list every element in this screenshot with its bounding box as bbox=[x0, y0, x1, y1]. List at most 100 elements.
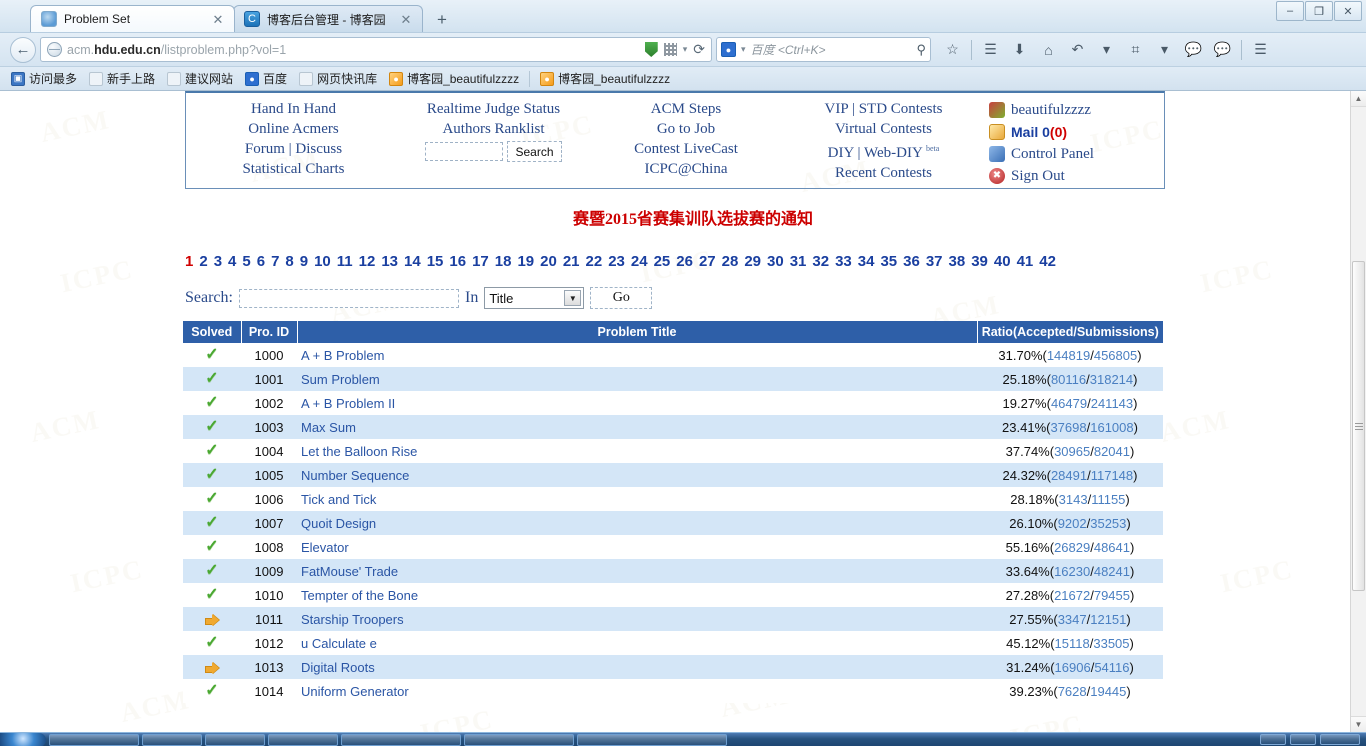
tab-problem-set[interactable]: Problem Set ✕ bbox=[30, 5, 235, 32]
user-sign-out-row[interactable]: ✖ Sign Out bbox=[989, 165, 1065, 187]
page-link-34[interactable]: 34 bbox=[858, 253, 875, 270]
scroll-down-arrow-icon[interactable]: ▼ bbox=[1351, 716, 1366, 732]
page-link-8[interactable]: 8 bbox=[285, 253, 293, 270]
nav-online-acmers[interactable]: Online Acmers bbox=[248, 119, 338, 139]
page-link-29[interactable]: 29 bbox=[744, 253, 761, 270]
page-link-16[interactable]: 16 bbox=[449, 253, 466, 270]
column-header-ratio[interactable]: Ratio(Accepted/Submissions) bbox=[977, 321, 1163, 343]
page-link-1[interactable]: 1 bbox=[185, 253, 193, 270]
bookmark-cnblogs-2[interactable]: ● 博客园_beautifulzzzz bbox=[535, 68, 675, 89]
page-link-31[interactable]: 31 bbox=[790, 253, 807, 270]
page-link-23[interactable]: 23 bbox=[608, 253, 625, 270]
column-header-solved[interactable]: Solved bbox=[183, 321, 242, 343]
home-icon[interactable]: ⌂ bbox=[1035, 37, 1062, 63]
page-link-27[interactable]: 27 bbox=[699, 253, 716, 270]
bookmark-web-slice[interactable]: 网页快讯库 bbox=[294, 68, 382, 89]
page-link-36[interactable]: 36 bbox=[903, 253, 920, 270]
search-input[interactable] bbox=[238, 288, 459, 308]
page-link-13[interactable]: 13 bbox=[381, 253, 398, 270]
scrollbar-thumb[interactable] bbox=[1352, 261, 1365, 591]
user-mail-row[interactable]: Mail 0(0) bbox=[989, 121, 1067, 143]
page-link-9[interactable]: 9 bbox=[300, 253, 308, 270]
reading-list-icon[interactable]: ☰ bbox=[977, 37, 1004, 63]
chevron-down-icon[interactable]: ▾ bbox=[683, 44, 688, 55]
shield-icon[interactable] bbox=[644, 42, 658, 57]
nav-virtual-contests[interactable]: Virtual Contests bbox=[835, 119, 932, 139]
page-link-4[interactable]: 4 bbox=[228, 253, 236, 270]
tab-close-icon[interactable]: ✕ bbox=[398, 11, 414, 27]
problem-title-link[interactable]: A + B Problem II bbox=[301, 396, 395, 411]
tray-icon[interactable] bbox=[1260, 734, 1286, 745]
page-link-39[interactable]: 39 bbox=[971, 253, 988, 270]
search-input[interactable]: 百度 <Ctrl+K> bbox=[751, 41, 912, 58]
problem-title-link[interactable]: Digital Roots bbox=[301, 660, 375, 675]
page-link-22[interactable]: 22 bbox=[586, 253, 603, 270]
page-link-25[interactable]: 25 bbox=[654, 253, 671, 270]
nav-hand-in-hand[interactable]: Hand In Hand bbox=[251, 99, 336, 119]
bookmark-star-icon[interactable]: ☆ bbox=[939, 37, 966, 63]
nav-std-contests[interactable]: STD Contests bbox=[859, 101, 943, 117]
page-link-42[interactable]: 42 bbox=[1039, 253, 1056, 270]
page-link-32[interactable]: 32 bbox=[812, 253, 829, 270]
bookmark-getting-started[interactable]: 新手上路 bbox=[84, 68, 160, 89]
nav-realtime-judge-status[interactable]: Realtime Judge Status bbox=[427, 99, 560, 119]
problem-title-link[interactable]: Tempter of the Bone bbox=[301, 588, 418, 603]
download-icon[interactable]: ⬇ bbox=[1006, 37, 1033, 63]
nav-discuss[interactable]: Discuss bbox=[295, 141, 342, 157]
page-link-7[interactable]: 7 bbox=[271, 253, 279, 270]
problem-title-link[interactable]: Uniform Generator bbox=[301, 684, 409, 699]
page-link-12[interactable]: 12 bbox=[359, 253, 376, 270]
minimize-button[interactable]: – bbox=[1276, 1, 1304, 21]
address-bar[interactable]: acm.hdu.edu.cn/listproblem.php?vol=1 ▾ ⟳ bbox=[40, 37, 712, 62]
back-button[interactable]: ← bbox=[10, 36, 36, 63]
screenshot-dropdown-icon[interactable]: ▾ bbox=[1151, 37, 1178, 63]
page-link-30[interactable]: 30 bbox=[767, 253, 784, 270]
page-link-15[interactable]: 15 bbox=[427, 253, 444, 270]
page-link-18[interactable]: 18 bbox=[495, 253, 512, 270]
page-link-10[interactable]: 10 bbox=[314, 253, 331, 270]
search-go-button[interactable]: Go bbox=[590, 287, 653, 309]
nav-recent-contests[interactable]: Recent Contests bbox=[835, 163, 932, 183]
taskbar-item[interactable] bbox=[142, 733, 202, 746]
tab-close-icon[interactable]: ✕ bbox=[210, 11, 226, 27]
nav-forum[interactable]: Forum bbox=[245, 141, 285, 157]
problem-title-link[interactable]: Starship Troopers bbox=[301, 612, 404, 627]
page-link-5[interactable]: 5 bbox=[242, 253, 250, 270]
new-tab-button[interactable]: + bbox=[429, 8, 455, 32]
nav-search-button[interactable]: Search bbox=[507, 141, 562, 162]
page-link-14[interactable]: 14 bbox=[404, 253, 421, 270]
page-link-2[interactable]: 2 bbox=[199, 253, 207, 270]
undo-dropdown-icon[interactable]: ▾ bbox=[1093, 37, 1120, 63]
nav-web-diy[interactable]: Web-DIY bbox=[864, 145, 922, 161]
taskbar-item[interactable] bbox=[268, 733, 338, 746]
problem-title-link[interactable]: u Calculate e bbox=[301, 636, 377, 651]
page-link-37[interactable]: 37 bbox=[926, 253, 943, 270]
close-button[interactable]: ✕ bbox=[1334, 1, 1362, 21]
bookmark-suggested-sites[interactable]: 建议网站 bbox=[162, 68, 238, 89]
tray-icon[interactable] bbox=[1290, 734, 1316, 745]
problem-title-link[interactable]: Max Sum bbox=[301, 420, 356, 435]
problem-title-link[interactable]: Tick and Tick bbox=[301, 492, 376, 507]
problem-title-link[interactable]: Sum Problem bbox=[301, 372, 380, 387]
tray-clock[interactable] bbox=[1320, 734, 1360, 745]
page-link-35[interactable]: 35 bbox=[880, 253, 897, 270]
restore-button[interactable]: ❐ bbox=[1305, 1, 1333, 21]
bookmark-cnblogs-1[interactable]: ● 博客园_beautifulzzzz bbox=[384, 68, 524, 89]
page-link-17[interactable]: 17 bbox=[472, 253, 489, 270]
vertical-scrollbar[interactable]: ▲ ▼ bbox=[1350, 91, 1366, 732]
nav-diy[interactable]: DIY bbox=[828, 145, 854, 161]
page-link-6[interactable]: 6 bbox=[257, 253, 265, 270]
screenshot-crop-icon[interactable]: ⌗ bbox=[1122, 37, 1149, 63]
page-link-38[interactable]: 38 bbox=[949, 253, 966, 270]
page-link-28[interactable]: 28 bbox=[722, 253, 739, 270]
search-field-select[interactable]: Title ▼ bbox=[484, 287, 585, 309]
problem-title-link[interactable]: Quoit Design bbox=[301, 516, 376, 531]
page-link-40[interactable]: 40 bbox=[994, 253, 1011, 270]
page-link-21[interactable]: 21 bbox=[563, 253, 580, 270]
reload-icon[interactable]: ⟳ bbox=[693, 41, 705, 58]
bookmark-most-visited[interactable]: ▣ 访问最多 bbox=[6, 68, 82, 89]
page-link-20[interactable]: 20 bbox=[540, 253, 557, 270]
page-link-33[interactable]: 33 bbox=[835, 253, 852, 270]
problem-title-link[interactable]: FatMouse' Trade bbox=[301, 564, 398, 579]
tab-cnblogs-admin[interactable]: C 博客后台管理 - 博客园 ✕ bbox=[233, 5, 423, 32]
